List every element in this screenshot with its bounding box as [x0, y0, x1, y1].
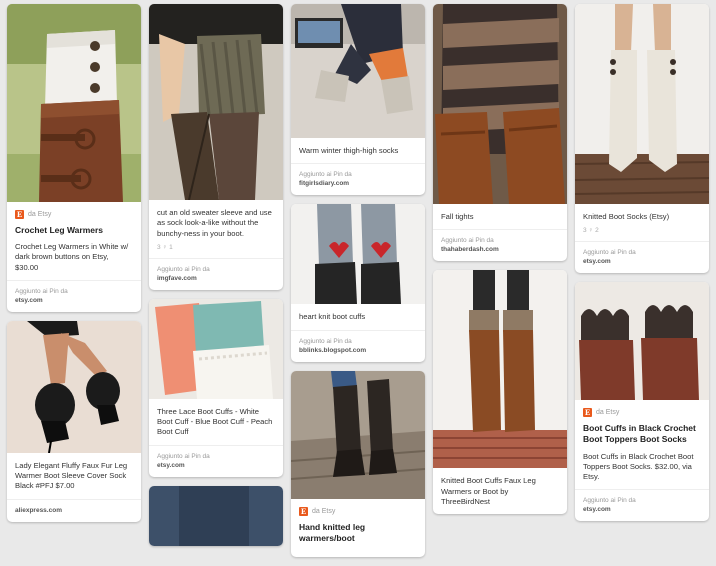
pin-body: Fall tights: [433, 204, 567, 229]
pin-card-hand-knitted[interactable]: E da Etsy Hand knitted leg warmers/boot: [291, 370, 425, 557]
pin-column-1: E da Etsy Crochet Leg Warmers Crochet Le…: [7, 4, 141, 531]
pin-image-hand-knitted[interactable]: [291, 370, 425, 499]
pin-body: heart knit boot cuffs: [291, 304, 425, 329]
pin-added-label: Aggiunto ai Pin da: [299, 171, 352, 179]
pin-site-link[interactable]: aliexpress.com: [15, 507, 62, 514]
pin-source-label: da Etsy: [596, 409, 620, 417]
pin-image-sweater-sleeve[interactable]: [149, 4, 283, 200]
pin-footer: Aggiunto ai Pin da fitgirlsdiary.com: [291, 163, 425, 195]
pin-site-link[interactable]: bblinks.blogspot.com: [299, 347, 366, 354]
pin-site-link[interactable]: etsy.com: [157, 462, 185, 469]
pin-added-label: Aggiunto ai Pin da: [441, 237, 494, 245]
pin-stats: 3 ♀ 2: [583, 227, 599, 235]
pin-footer: Aggiunto ai Pin da etsy.com: [149, 444, 283, 477]
pin-site-link[interactable]: etsy.com: [583, 506, 611, 513]
pin-title[interactable]: Hand knitted leg warmers/boot: [299, 522, 417, 544]
pin-footer: Aggiunto ai Pin da etsy.com: [7, 279, 141, 312]
pin-site-link[interactable]: etsy.com: [583, 258, 611, 265]
pin-added-label: Aggiunto ai Pin da: [157, 265, 210, 273]
pin-card-fluffy-faux-fur[interactable]: Lady Elegant Fluffy Faux Fur Leg Warmer …: [7, 320, 141, 522]
pin-image-heart-boot-cuffs[interactable]: [291, 204, 425, 305]
pin-site-link[interactable]: imgfave.com: [157, 275, 197, 282]
pin-description: Three Lace Boot Cuffs - White Boot Cuff …: [157, 406, 273, 437]
pin-image-next[interactable]: [149, 485, 283, 546]
etsy-icon: E: [299, 506, 308, 516]
pin-footer: aliexpress.com: [7, 498, 141, 522]
pin-site-link[interactable]: fitgirlsdiary.com: [299, 180, 349, 187]
pin-footer: Aggiunto ai Pin da imgfave.com: [149, 257, 283, 290]
pin-body: Three Lace Boot Cuffs - White Boot Cuff …: [149, 399, 283, 445]
pin-card-sweater-sleeve[interactable]: cut an old sweater sleeve and use as soc…: [149, 4, 283, 290]
pin-body: Lady Elegant Fluffy Faux Fur Leg Warmer …: [7, 453, 141, 499]
pin-column-4: Fall tights Aggiunto ai Pin da thahaberd…: [433, 4, 567, 523]
pin-footer: Aggiunto ai Pin da thahaberdash.com: [433, 229, 567, 261]
pin-footer: Aggiunto ai Pin da etsy.com: [575, 489, 709, 521]
pin-column-3: Warm winter thigh-high socks Aggiunto ai…: [291, 4, 425, 566]
pin-added-label: Aggiunto ai Pin da: [583, 249, 636, 257]
etsy-icon: E: [15, 210, 24, 219]
pin-card-fall-tights[interactable]: Fall tights Aggiunto ai Pin da thahaberd…: [433, 4, 567, 262]
pin-added-label: Aggiunto ai Pin da: [299, 337, 352, 345]
pin-card-knitted-boot-socks[interactable]: Knitted Boot Socks (Etsy) 3 ♀ 2 Aggiunto…: [575, 4, 709, 274]
pin-image-lace-boot-cuffs[interactable]: [149, 298, 283, 399]
pin-description: cut an old sweater sleeve and use as soc…: [157, 208, 272, 238]
pin-card-lace-boot-cuffs[interactable]: Three Lace Boot Cuffs - White Boot Cuff …: [149, 298, 283, 477]
pin-title[interactable]: Boot Cuffs in Black Crochet Boot Toppers…: [583, 423, 701, 445]
pin-description: heart knit boot cuffs: [299, 312, 366, 322]
pin-footer: Aggiunto ai Pin da etsy.com: [575, 241, 709, 273]
pin-description: Crochet Leg Warmers in White w/ dark bro…: [15, 242, 129, 272]
pin-image-fluffy-faux-fur[interactable]: [7, 320, 141, 453]
pin-image-knitted-boot-cuffs[interactable]: [433, 270, 567, 469]
pin-column-2: cut an old sweater sleeve and use as soc…: [149, 4, 283, 555]
pin-card-crochet-leg-warmers[interactable]: E da Etsy Crochet Leg Warmers Crochet Le…: [7, 4, 141, 312]
pin-card-next[interactable]: [149, 485, 283, 546]
pin-description: Knitted Boot Cuffs Faux Leg Warmers or B…: [441, 476, 536, 506]
pin-footer: Aggiunto ai Pin da bblinks.blogspot.com: [291, 329, 425, 362]
pin-description: Knitted Boot Socks (Etsy): [583, 212, 670, 221]
pin-card-knitted-boot-cuffs[interactable]: Knitted Boot Cuffs Faux Leg Warmers or B…: [433, 270, 567, 515]
pin-body: Warm winter thigh-high socks: [291, 138, 425, 163]
pin-title[interactable]: Crochet Leg Warmers: [15, 225, 133, 236]
pin-image-knitted-boot-socks[interactable]: [575, 4, 709, 204]
pin-added-label: Aggiunto ai Pin da: [157, 452, 210, 460]
pin-body: Knitted Boot Socks (Etsy) 3 ♀ 2: [575, 204, 709, 241]
pin-body: cut an old sweater sleeve and use as soc…: [149, 200, 283, 258]
pin-description: Boot Cuffs in Black Crochet Boot Toppers…: [583, 451, 694, 482]
pin-source: E da Etsy: [583, 408, 701, 418]
pin-description: Fall tights: [441, 212, 474, 221]
pin-image-crochet-leg-warmers[interactable]: [7, 4, 141, 202]
pin-source: E da Etsy: [15, 210, 133, 219]
pin-site-link[interactable]: etsy.com: [15, 297, 43, 304]
pin-body: Knitted Boot Cuffs Faux Leg Warmers or B…: [433, 468, 567, 514]
pin-card-thigh-high-socks[interactable]: Warm winter thigh-high socks Aggiunto ai…: [291, 4, 425, 196]
pin-card-black-crochet-cuffs[interactable]: E da Etsy Boot Cuffs in Black Crochet Bo…: [575, 282, 709, 522]
pin-body: E da Etsy Boot Cuffs in Black Crochet Bo…: [575, 400, 709, 489]
pin-body: E da Etsy Hand knitted leg warmers/boot: [291, 499, 425, 557]
etsy-icon: E: [583, 408, 592, 418]
pin-image-black-crochet-cuffs[interactable]: [575, 282, 709, 401]
pin-card-heart-boot-cuffs[interactable]: heart knit boot cuffs Aggiunto ai Pin da…: [291, 204, 425, 362]
pin-image-fall-tights[interactable]: [433, 4, 567, 204]
pin-source-label: da Etsy: [28, 211, 52, 218]
pin-source: E da Etsy: [299, 506, 417, 516]
pin-body: E da Etsy Crochet Leg Warmers Crochet Le…: [7, 202, 141, 280]
pin-image-thigh-high-socks[interactable]: [291, 4, 425, 138]
pin-added-label: Aggiunto ai Pin da: [583, 497, 636, 505]
pin-site-link[interactable]: thahaberdash.com: [441, 246, 499, 253]
pin-stats: 3 ♀ 1: [157, 243, 173, 251]
pin-description: Lady Elegant Fluffy Faux Fur Leg Warmer …: [15, 460, 128, 491]
pin-added-label: Aggiunto ai Pin da: [15, 287, 68, 295]
pin-column-5: Knitted Boot Socks (Etsy) 3 ♀ 2 Aggiunto…: [575, 4, 709, 530]
pin-description: Warm winter thigh-high socks: [299, 146, 399, 155]
